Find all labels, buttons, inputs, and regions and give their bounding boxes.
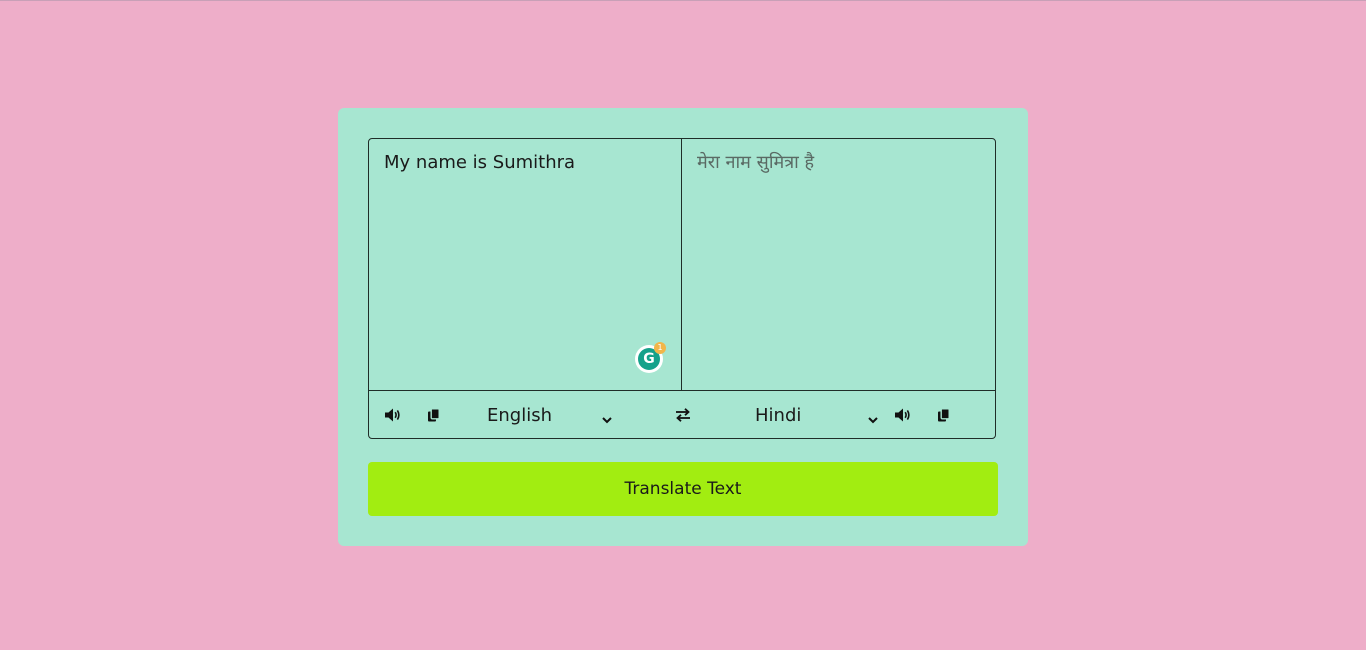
to-text-area[interactable]: मेरा नाम सुमित्रा है — [682, 139, 995, 390]
translator-wrapper: My name is Sumithra G 1 मेरा नाम सुमित्र… — [368, 138, 996, 439]
top-border — [0, 0, 1366, 1]
from-language-select[interactable]: English — [487, 391, 613, 439]
controls-bar: English Hindi — [369, 390, 995, 438]
from-volume-icon[interactable] — [383, 391, 403, 439]
from-text-value: My name is Sumithra — [384, 152, 576, 173]
to-text-value: मेरा नाम सुमित्रा है — [697, 152, 815, 173]
from-copy-icon[interactable] — [425, 391, 443, 439]
translate-button[interactable]: Translate Text — [368, 462, 998, 516]
exchange-icon[interactable] — [673, 391, 693, 439]
to-chevron-down-icon — [867, 409, 879, 430]
from-language-value: English — [487, 404, 552, 426]
to-copy-icon[interactable] — [935, 391, 953, 439]
grammarly-badge: 1 — [654, 342, 666, 354]
from-text-area[interactable]: My name is Sumithra G 1 — [369, 139, 682, 390]
grammarly-icon[interactable]: G 1 — [635, 342, 666, 373]
translator-card: My name is Sumithra G 1 मेरा नाम सुमित्र… — [338, 108, 1028, 546]
to-language-select[interactable]: Hindi — [755, 391, 879, 439]
to-language-value: Hindi — [755, 404, 802, 426]
text-input-area: My name is Sumithra G 1 मेरा नाम सुमित्र… — [369, 139, 995, 390]
from-chevron-down-icon — [601, 409, 613, 430]
to-volume-icon[interactable] — [893, 391, 913, 439]
